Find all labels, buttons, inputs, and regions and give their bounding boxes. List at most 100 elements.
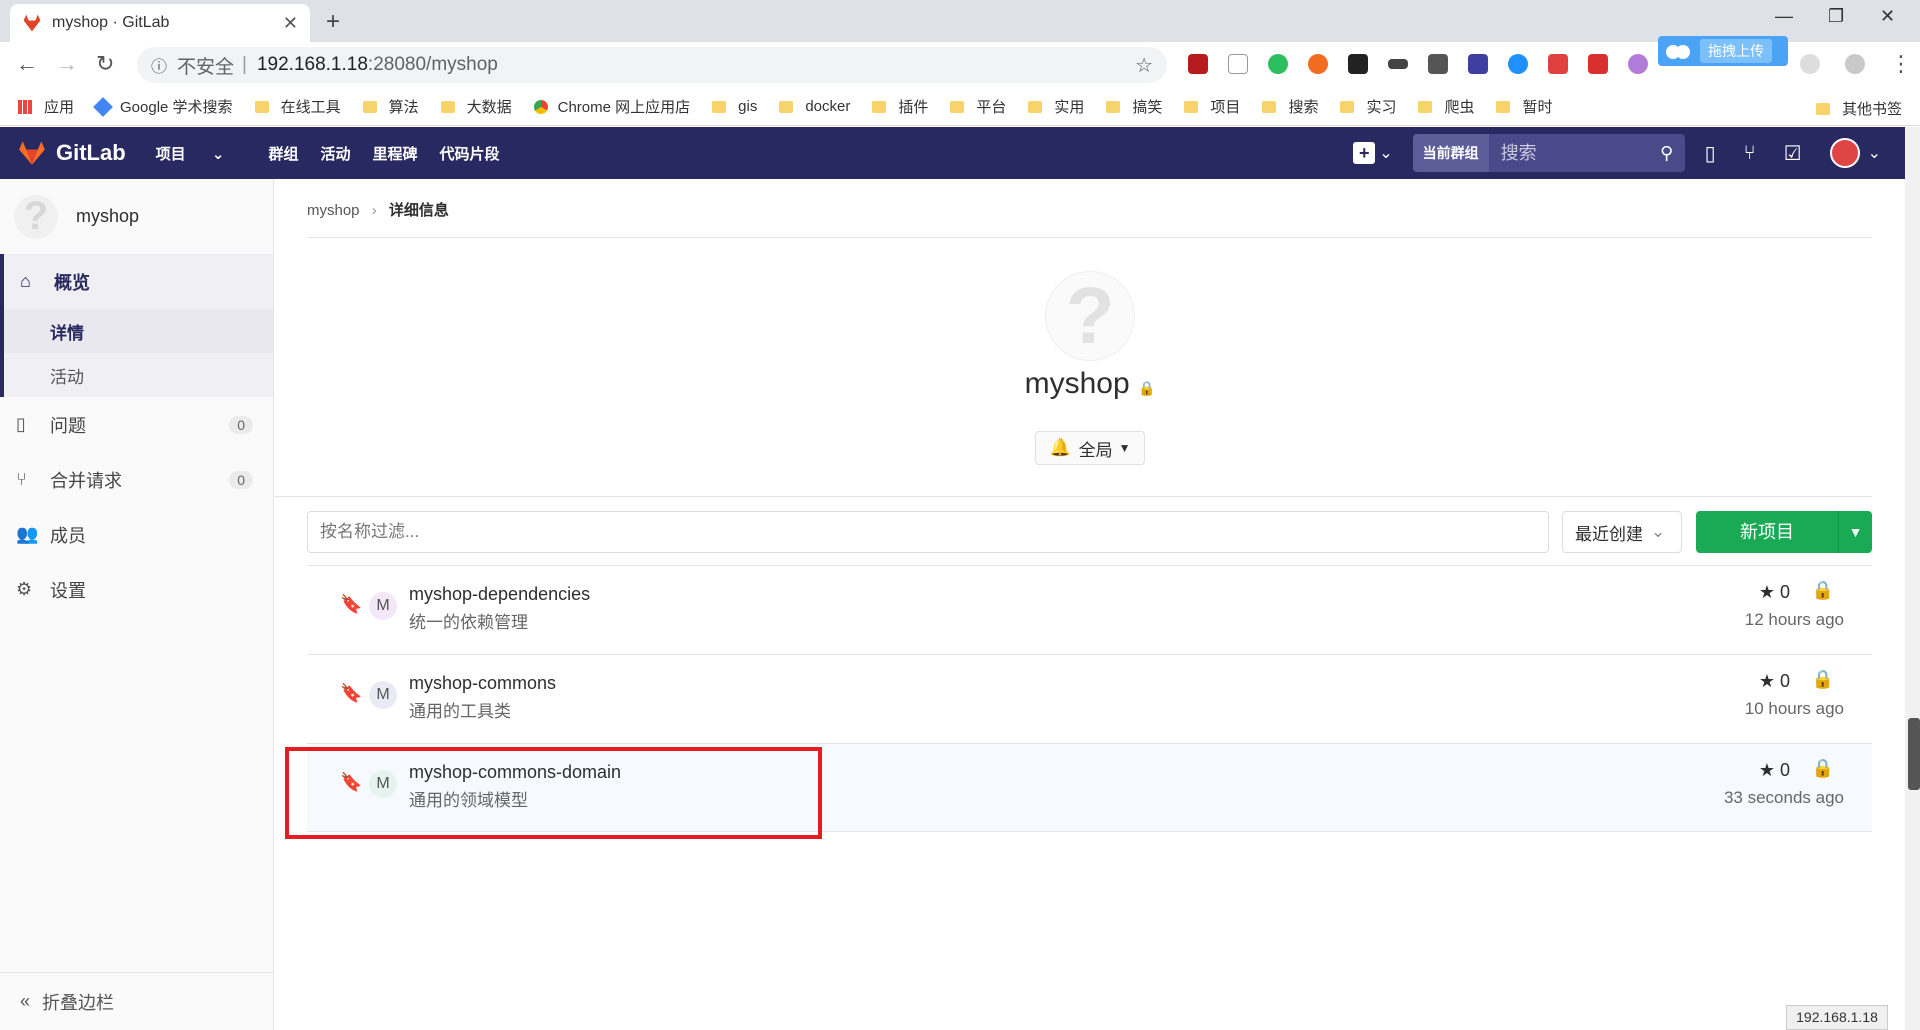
caret-down-icon[interactable]: ▼ (1839, 511, 1872, 553)
nav-snippets[interactable]: 代码片段 (439, 143, 499, 164)
notification-dropdown[interactable]: 🔔 全局 ▼ (1035, 431, 1145, 465)
bookmark-icon[interactable]: 🔖 (340, 683, 362, 704)
new-dropdown-button[interactable]: + ⌄ (1353, 142, 1393, 164)
bookmark-folder[interactable]: 实用 (1028, 96, 1084, 117)
menu-dots-icon[interactable]: ⋮ (1890, 51, 1912, 77)
red-extension-icon[interactable] (1588, 54, 1608, 74)
issues-icon: ▯ (16, 414, 26, 434)
sidebar-item-activity[interactable]: 活动 (4, 353, 273, 397)
evernote-extension-icon[interactable] (1268, 54, 1288, 74)
bookmark-folder[interactable]: 大数据 (440, 96, 512, 117)
sidebar-item-settings[interactable]: ⚙ 设置 (0, 562, 273, 617)
mask-extension-icon[interactable] (1388, 59, 1408, 69)
user-avatar[interactable] (1829, 138, 1860, 168)
todo-icon[interactable]: ☑ (1784, 141, 1802, 166)
gitlab-header: GitLab 项目 ⌄ 群组 活动 里程碑 代码片段 + ⌄ 当前群组 搜索 ⚲… (0, 127, 1905, 179)
reload-icon[interactable]: ↻ (96, 51, 114, 77)
scrollbar-thumb[interactable] (1908, 718, 1920, 790)
bookmark-chrome-store[interactable]: Chrome 网上应用店 (533, 96, 690, 117)
eye-extension-icon[interactable] (1800, 54, 1820, 74)
star-count[interactable]: ★ 0 (1759, 582, 1790, 603)
ublock-extension-icon[interactable] (1188, 54, 1208, 74)
filter-input[interactable]: 按名称过滤... (307, 511, 1549, 553)
star-count[interactable]: ★ 0 (1759, 671, 1790, 692)
minimize-button[interactable]: — (1775, 6, 1793, 27)
bookmark-apps[interactable]: 应用 (18, 96, 74, 117)
bookmark-icon[interactable]: 🔖 (340, 594, 362, 615)
breadcrumb-root[interactable]: myshop (307, 202, 360, 219)
project-row[interactable]: 🔖 M myshop-commons 通用的工具类 ★ 0 🔒 10 hours… (307, 654, 1872, 743)
bookmark-other[interactable]: 其他书签 (1815, 98, 1902, 119)
url-path: :28080/myshop (367, 54, 498, 75)
sidebar-item-details[interactable]: 详情 (4, 309, 273, 353)
folder-icon (1184, 100, 1199, 113)
bookmark-star-icon[interactable]: ☆ (1135, 53, 1153, 78)
new-project-button[interactable]: 新项目 ▼ (1696, 511, 1872, 553)
bookmark-google-scholar[interactable]: Google 学术搜索 (93, 96, 233, 117)
sidebar-item-issues[interactable]: ▯ 问题 0 (0, 397, 273, 452)
sidebar-item-overview[interactable]: ⌂ 概览 (4, 254, 273, 309)
nav-milestones[interactable]: 里程碑 (372, 143, 417, 164)
notification-extension-icon[interactable] (1348, 54, 1368, 74)
info-icon[interactable]: ⓘ (151, 53, 167, 77)
star-count[interactable]: ★ 0 (1759, 760, 1790, 781)
maximize-button[interactable]: ❐ (1828, 6, 1844, 27)
search-input[interactable]: 搜索 (1489, 134, 1649, 172)
json-extension-icon[interactable] (1228, 54, 1248, 74)
bookmark-folder[interactable]: 搜索 (1262, 96, 1318, 117)
tab-title: myshop · GitLab (52, 14, 170, 31)
page-scrollbar[interactable] (1905, 127, 1920, 1030)
project-row[interactable]: 🔖 M myshop-dependencies 统一的依赖管理 ★ 0 🔒 12… (307, 565, 1872, 654)
bookmark-folder[interactable]: gis (712, 98, 757, 115)
search-box[interactable]: 当前群组 搜索 ⚲ (1412, 134, 1685, 172)
bookmark-folder[interactable]: 平台 (950, 96, 1006, 117)
profile-icon[interactable] (1845, 54, 1865, 74)
merge-request-icon[interactable]: ⑂ (1744, 142, 1756, 165)
bookmark-folder[interactable]: 项目 (1184, 96, 1240, 117)
bookmark-folder[interactable]: 算法 (362, 96, 419, 117)
sidebar-item-members[interactable]: 👥 成员 (0, 507, 273, 562)
collapse-sidebar-button[interactable]: « 折叠边栏 (0, 972, 274, 1030)
nav-projects[interactable]: 项目 ⌄ (156, 143, 247, 164)
nav-groups[interactable]: 群组 (268, 143, 298, 164)
chevron-down-icon[interactable]: ⌄ (1868, 143, 1881, 163)
graph-extension-icon[interactable] (1428, 54, 1448, 74)
bookmark-folder[interactable]: 实习 (1340, 96, 1396, 117)
double-chevron-left-icon: « (20, 991, 31, 1011)
bookmark-folder[interactable]: 爬虫 (1418, 96, 1474, 117)
close-window-button[interactable]: ✕ (1880, 6, 1895, 27)
star-extension-icon[interactable] (1508, 54, 1528, 74)
bell-icon: 🔔 (1049, 438, 1071, 457)
baidu-upload-widget[interactable]: 拖拽上传 (1658, 36, 1788, 66)
lock-icon: 🔒 (1811, 580, 1834, 600)
nav-activity[interactable]: 活动 (320, 143, 350, 164)
sidebar-group-header[interactable]: ? myshop (0, 179, 273, 254)
scholar-icon (93, 96, 113, 117)
project-name[interactable]: myshop-commons (409, 673, 556, 694)
tab-close-icon[interactable]: ✕ (283, 13, 298, 34)
orange-extension-icon[interactable] (1308, 54, 1328, 74)
project-name[interactable]: myshop-dependencies (409, 584, 590, 605)
issues-icon[interactable]: ▯ (1705, 141, 1716, 166)
ia-extension-icon[interactable] (1468, 54, 1488, 74)
new-project-label[interactable]: 新项目 (1696, 511, 1839, 553)
browser-tab[interactable]: myshop · GitLab ✕ (10, 4, 310, 42)
back-icon[interactable]: ← (16, 51, 38, 77)
gitlab-logo[interactable]: GitLab (18, 140, 126, 166)
forward-icon[interactable]: → (56, 51, 78, 77)
share-extension-icon[interactable] (1548, 54, 1568, 74)
folder-icon (950, 100, 965, 113)
bookmark-folder[interactable]: 在线工具 (254, 96, 341, 117)
url-field[interactable]: ⓘ 不安全 | 192.168.1.18 :28080/myshop ☆ (137, 47, 1167, 83)
bookmark-folder[interactable]: 搞笑 (1106, 96, 1162, 117)
search-scope[interactable]: 当前群组 (1412, 134, 1489, 172)
bookmark-folder[interactable]: 暂时 (1496, 96, 1553, 117)
purple-extension-icon[interactable] (1628, 54, 1648, 74)
sort-dropdown[interactable]: 最近创建 ⌄ (1562, 511, 1682, 553)
bookmark-folder[interactable]: docker (779, 98, 850, 115)
group-name: myshop (76, 206, 140, 226)
sidebar-item-merge-requests[interactable]: ⑂ 合并请求 0 (0, 452, 273, 507)
bookmark-folder[interactable]: 插件 (872, 96, 928, 117)
new-tab-button[interactable]: + (326, 8, 340, 36)
search-icon[interactable]: ⚲ (1649, 134, 1685, 172)
